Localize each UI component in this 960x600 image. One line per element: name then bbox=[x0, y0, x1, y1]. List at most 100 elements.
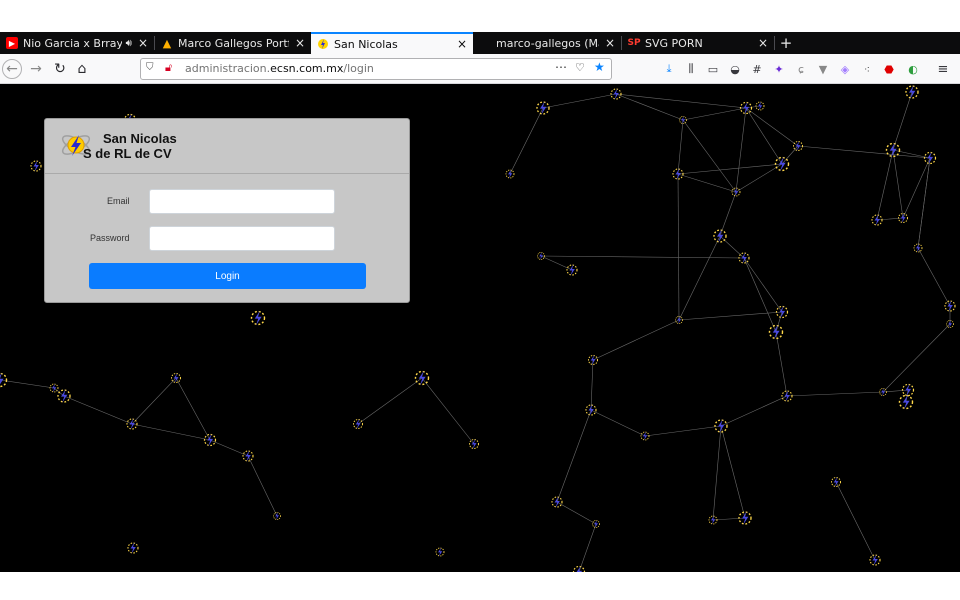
forward-arrow-icon[interactable]: → bbox=[26, 59, 46, 79]
page-actions-icon[interactable]: ⋯ bbox=[555, 60, 567, 74]
tab-title: Marco Gallegos Portfolio bbox=[178, 36, 289, 50]
lightning-atom-icon bbox=[505, 169, 515, 179]
network-edge bbox=[892, 91, 913, 151]
network-edge bbox=[876, 149, 894, 221]
tab-svg-porn[interactable]: SP SVG PORN × bbox=[622, 32, 774, 54]
login-button[interactable]: Login bbox=[89, 263, 366, 289]
network-edge bbox=[615, 93, 747, 109]
url-text[interactable]: administracion.ecsn.com.mx/login bbox=[185, 62, 374, 75]
close-icon[interactable]: × bbox=[758, 36, 768, 50]
password-field[interactable] bbox=[149, 226, 335, 251]
network-edge bbox=[0, 379, 55, 389]
network-edge bbox=[882, 323, 951, 393]
lightning-atom-icon bbox=[469, 438, 479, 450]
github-icon bbox=[479, 37, 491, 49]
company-name: San Nicolas bbox=[103, 131, 177, 146]
network-edge bbox=[590, 359, 594, 411]
tab-portfolio[interactable]: ▲ Marco Gallegos Portfolio × bbox=[155, 32, 311, 54]
tab-youtube[interactable]: ▶ Nio Garcia x Brray x J 🔊︎ × bbox=[0, 32, 154, 54]
network-edge bbox=[677, 119, 684, 175]
menu-hamburger-icon[interactable]: ≡ bbox=[934, 59, 952, 79]
network-edge bbox=[735, 107, 747, 193]
youtube-icon: ▶ bbox=[6, 37, 18, 49]
lightning-atom-icon bbox=[898, 394, 914, 410]
network-edge bbox=[797, 145, 931, 159]
new-tab-plus-icon[interactable]: + bbox=[775, 32, 797, 54]
lightning-atom-icon bbox=[901, 383, 915, 397]
extension-grid-icon[interactable]: # bbox=[748, 59, 766, 79]
network-edge bbox=[745, 107, 783, 165]
lightning-atom-icon bbox=[435, 547, 445, 557]
password-label: Password bbox=[90, 233, 130, 243]
lightning-atom-icon bbox=[49, 383, 59, 393]
network-edge bbox=[677, 163, 783, 175]
tab-github[interactable]: marco-gallegos (Marco A × bbox=[473, 32, 621, 54]
network-edge bbox=[720, 425, 746, 519]
home-icon[interactable]: ⌂ bbox=[72, 59, 92, 79]
lightning-atom-icon bbox=[731, 187, 741, 197]
warning-triangle-icon: ▲ bbox=[162, 36, 172, 50]
extension-c-icon[interactable]: ɕ bbox=[792, 59, 810, 79]
lightning-atom-icon bbox=[885, 142, 901, 158]
url-bar[interactable]: ⛉ 🔓︎ administracion.ecsn.com.mx/login ⋯ … bbox=[140, 58, 612, 80]
lightning-atom-icon bbox=[30, 159, 42, 173]
network-edge bbox=[131, 377, 177, 425]
download-icon[interactable]: ⤓ bbox=[660, 59, 678, 79]
close-icon[interactable]: × bbox=[605, 36, 615, 50]
extension-dots-icon[interactable]: ⁖ bbox=[858, 59, 876, 79]
shield-icon[interactable]: ⛉ bbox=[146, 62, 154, 73]
network-edge bbox=[556, 409, 592, 503]
tab-title: SVG PORN bbox=[645, 36, 703, 50]
network-edge bbox=[509, 107, 544, 175]
sidebar-icon[interactable]: ▭ bbox=[704, 59, 722, 79]
network-edge bbox=[682, 107, 747, 121]
network-edge bbox=[786, 391, 884, 397]
lightning-atom-icon bbox=[127, 541, 139, 555]
adblock-icon[interactable]: ⬣ bbox=[880, 59, 898, 79]
network-edge bbox=[247, 455, 278, 517]
network-edge bbox=[540, 255, 573, 271]
email-field[interactable] bbox=[149, 189, 335, 214]
network-edge bbox=[892, 149, 904, 219]
tab-san-nicolas[interactable]: San Nicolas × bbox=[311, 32, 473, 54]
lightning-atom-icon bbox=[57, 388, 71, 404]
extension-penguin-icon[interactable]: ◒ bbox=[726, 59, 744, 79]
lightning-atom-icon bbox=[203, 433, 217, 447]
extension-globe-icon[interactable]: ◐ bbox=[904, 59, 922, 79]
close-icon[interactable]: × bbox=[295, 36, 305, 50]
lightning-atom-icon bbox=[242, 449, 254, 463]
extension-graphql-icon[interactable]: ◈ bbox=[836, 59, 854, 79]
network-edge bbox=[357, 377, 423, 425]
network-edge bbox=[719, 191, 737, 237]
page-top-margin bbox=[0, 0, 960, 32]
page-bottom-margin bbox=[0, 572, 960, 600]
reload-icon[interactable]: ↻ bbox=[50, 59, 70, 79]
network-edge bbox=[677, 173, 737, 193]
close-icon[interactable]: × bbox=[138, 36, 148, 50]
sp-icon: SP bbox=[627, 38, 641, 48]
network-edge bbox=[677, 173, 680, 321]
insecure-lock-icon[interactable]: 🔓︎ bbox=[165, 61, 172, 75]
lightning-atom-icon bbox=[353, 418, 363, 430]
close-icon[interactable]: × bbox=[457, 37, 467, 51]
network-edge bbox=[743, 257, 783, 313]
back-arrow-icon[interactable]: ← bbox=[2, 59, 22, 79]
lightning-atom-icon bbox=[869, 553, 881, 567]
network-edge bbox=[590, 409, 646, 437]
extension-vue-icon[interactable]: ▼ bbox=[814, 59, 832, 79]
library-icon[interactable]: ⫼ bbox=[682, 59, 700, 79]
tab-title: Nio Garcia x Brray x J bbox=[23, 36, 122, 50]
speaker-icon[interactable]: 🔊︎ bbox=[126, 38, 132, 49]
network-edge bbox=[735, 163, 783, 193]
lightning-atom-icon bbox=[905, 84, 919, 100]
network-edge bbox=[712, 425, 722, 521]
bookmark-star-icon[interactable]: ★ bbox=[594, 60, 605, 74]
network-edge bbox=[743, 257, 777, 333]
lightning-atom-icon bbox=[414, 370, 430, 386]
network-edge bbox=[540, 255, 745, 259]
pocket-icon[interactable]: ♡ bbox=[575, 61, 585, 74]
lightning-atom-icon bbox=[566, 263, 578, 277]
network-edge bbox=[775, 331, 788, 397]
extension-puzzle-icon[interactable]: ✦ bbox=[770, 59, 788, 79]
lightning-atom-icon bbox=[923, 151, 937, 165]
